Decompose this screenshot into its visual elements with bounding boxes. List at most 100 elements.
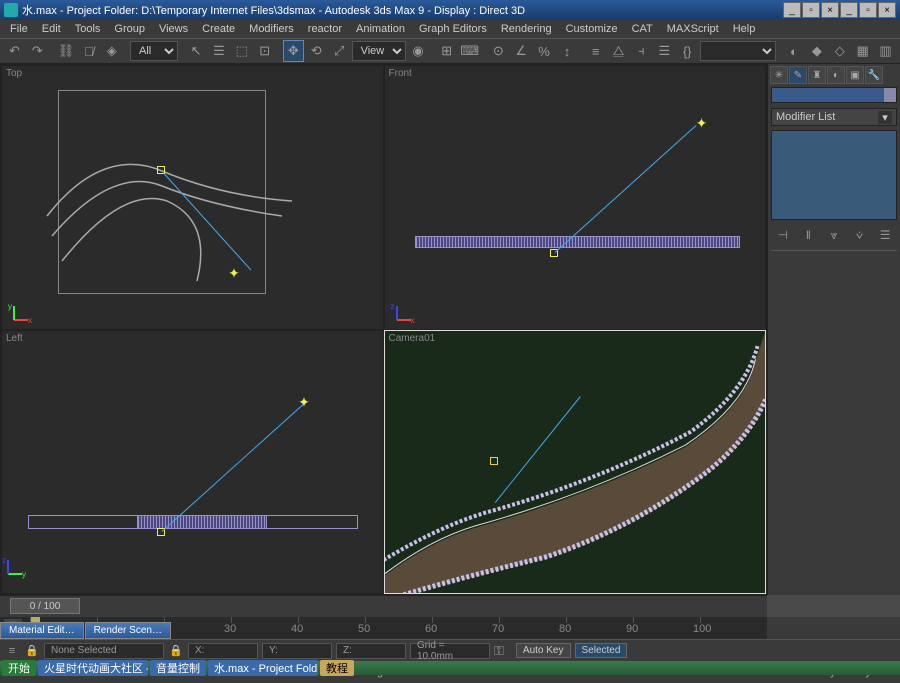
script-button[interactable]: ≡ <box>4 645 20 657</box>
tab-create[interactable]: ✳ <box>770 66 788 84</box>
redo-button[interactable]: ↷ <box>27 40 48 62</box>
render-preset-button[interactable]: ▥ <box>875 40 896 62</box>
spinner-snap-button[interactable]: ↕ <box>557 40 578 62</box>
menu-reactor[interactable]: reactor <box>302 22 348 36</box>
coord-x[interactable]: X: <box>188 643 258 659</box>
modifier-list-dropdown[interactable]: Modifier List ▾ <box>771 108 897 126</box>
key-icon[interactable]: ⚿ <box>494 643 504 659</box>
modifier-stack[interactable] <box>771 130 897 220</box>
undo-button[interactable]: ↶ <box>4 40 25 62</box>
taskbar-item[interactable]: 水.max - Project Fold… <box>208 660 318 676</box>
time-slider[interactable]: 0 / 100 <box>10 598 80 614</box>
menu-group[interactable]: Group <box>108 22 151 36</box>
configure-button[interactable]: ☰ <box>876 226 894 244</box>
start-button[interactable]: 开始 <box>2 660 36 676</box>
menu-help[interactable]: Help <box>727 22 762 36</box>
manipulate-button[interactable]: ⊞ <box>436 40 457 62</box>
menu-tools[interactable]: Tools <box>69 22 107 36</box>
rollout-area[interactable] <box>771 250 897 593</box>
material-button[interactable]: ◐ <box>784 40 805 62</box>
menu-animation[interactable]: Animation <box>350 22 411 36</box>
scale-button[interactable]: ⤢ <box>329 40 350 62</box>
float-tab-render[interactable]: Render Scen… <box>85 622 171 639</box>
select-name-button[interactable]: ☰ <box>208 40 229 62</box>
percent-snap-button[interactable]: % <box>534 40 555 62</box>
unlink-button[interactable]: ⛓̸ <box>78 40 99 62</box>
link-button[interactable]: ⛓ <box>56 40 77 62</box>
inner-restore-button[interactable]: ▫ <box>859 2 877 18</box>
taskbar-item[interactable]: 教程 <box>320 660 354 676</box>
menu-modifiers[interactable]: Modifiers <box>243 22 300 36</box>
light-icon-front[interactable]: ✦ <box>695 116 709 130</box>
minimize-button[interactable]: _ <box>783 2 801 18</box>
selected-button[interactable]: Selected <box>575 643 628 658</box>
taskbar-item[interactable]: 音量控制 <box>150 660 206 676</box>
viewport-top[interactable]: Top ✦ x y <box>2 66 383 329</box>
keyboard-button[interactable]: ⌨ <box>459 40 480 62</box>
chevron-down-icon[interactable]: ▾ <box>878 111 892 124</box>
render-scene-button[interactable]: ◆ <box>806 40 827 62</box>
render-last-button[interactable]: ▦ <box>852 40 873 62</box>
tick-label: 30 <box>224 623 236 635</box>
rotate-button[interactable]: ⟲ <box>306 40 327 62</box>
show-end-button[interactable]: ‖ <box>799 226 817 244</box>
viewport-camera[interactable]: Camera01 <box>385 331 766 594</box>
lock-icon[interactable]: 🔒 <box>24 644 40 657</box>
move-button[interactable]: ✥ <box>283 40 304 62</box>
menu-create[interactable]: Create <box>196 22 241 36</box>
tab-modify[interactable]: ✎ <box>789 66 807 84</box>
inner-close-button[interactable]: × <box>878 2 896 18</box>
float-tab-material[interactable]: Material Edit… <box>0 622 84 639</box>
make-unique-button[interactable]: ⩔ <box>825 226 843 244</box>
mirror-button[interactable]: ⧋ <box>608 40 629 62</box>
tab-display[interactable]: ▣ <box>846 66 864 84</box>
layers-button[interactable]: ☰ <box>654 40 675 62</box>
viewport-left[interactable]: Left ✦ y z <box>2 331 383 594</box>
named-sel-button[interactable]: ≡ <box>585 40 606 62</box>
object-name-field[interactable] <box>771 87 897 103</box>
menu-bar: File Edit Tools Group Views Create Modif… <box>0 20 900 38</box>
tick-label: 90 <box>626 623 638 635</box>
menu-grapheditors[interactable]: Graph Editors <box>413 22 493 36</box>
light-icon[interactable]: ✦ <box>227 266 241 280</box>
taskbar-item[interactable]: 火星时代动画大社区 - … <box>38 660 148 676</box>
autokey-button[interactable]: Auto Key <box>516 643 571 658</box>
menu-cat[interactable]: CAT <box>626 22 659 36</box>
angle-snap-button[interactable]: ∠ <box>511 40 532 62</box>
inner-minimize-button[interactable]: _ <box>840 2 858 18</box>
selection-filter[interactable]: All <box>130 41 178 61</box>
named-selection-set[interactable] <box>700 41 776 61</box>
rect-select-button[interactable]: ⬚ <box>231 40 252 62</box>
grid-status: Grid = 10.0mm <box>410 643 490 659</box>
select-button[interactable]: ↖ <box>186 40 207 62</box>
ref-coord-system[interactable]: View <box>352 41 406 61</box>
menu-edit[interactable]: Edit <box>36 22 67 36</box>
time-slider-bar[interactable]: 0 / 100 <box>0 595 767 617</box>
gizmo-handle-cam[interactable] <box>490 457 498 465</box>
snap-button[interactable]: ⊙ <box>488 40 509 62</box>
menu-rendering[interactable]: Rendering <box>495 22 558 36</box>
coord-y[interactable]: Y: <box>262 643 332 659</box>
tab-motion[interactable]: ◐ <box>827 66 845 84</box>
pivot-button[interactable]: ◉ <box>408 40 429 62</box>
remove-mod-button[interactable]: ⩒ <box>851 226 869 244</box>
pin-stack-button[interactable]: ⊣ <box>774 226 792 244</box>
viewport-front[interactable]: Front ✦ x z <box>385 66 766 329</box>
menu-maxscript[interactable]: MAXScript <box>661 22 725 36</box>
curve-editor-button[interactable]: {} <box>677 40 698 62</box>
tab-hierarchy[interactable]: ♜ <box>808 66 826 84</box>
tab-utilities[interactable]: 🔧 <box>865 66 883 84</box>
selection-lock-button[interactable]: 🔒 <box>168 644 184 657</box>
restore-button[interactable]: ▫ <box>802 2 820 18</box>
tick-label: 60 <box>425 623 437 635</box>
quick-render-button[interactable]: ◇ <box>829 40 850 62</box>
close-button[interactable]: × <box>821 2 839 18</box>
menu-file[interactable]: File <box>4 22 34 36</box>
bind-button[interactable]: ◈ <box>101 40 122 62</box>
align-button[interactable]: ⫞ <box>631 40 652 62</box>
menu-views[interactable]: Views <box>153 22 194 36</box>
window-crossing-button[interactable]: ⊡ <box>254 40 275 62</box>
light-icon-left[interactable]: ✦ <box>297 396 311 410</box>
coord-z[interactable]: Z: <box>336 643 406 659</box>
menu-customize[interactable]: Customize <box>560 22 624 36</box>
